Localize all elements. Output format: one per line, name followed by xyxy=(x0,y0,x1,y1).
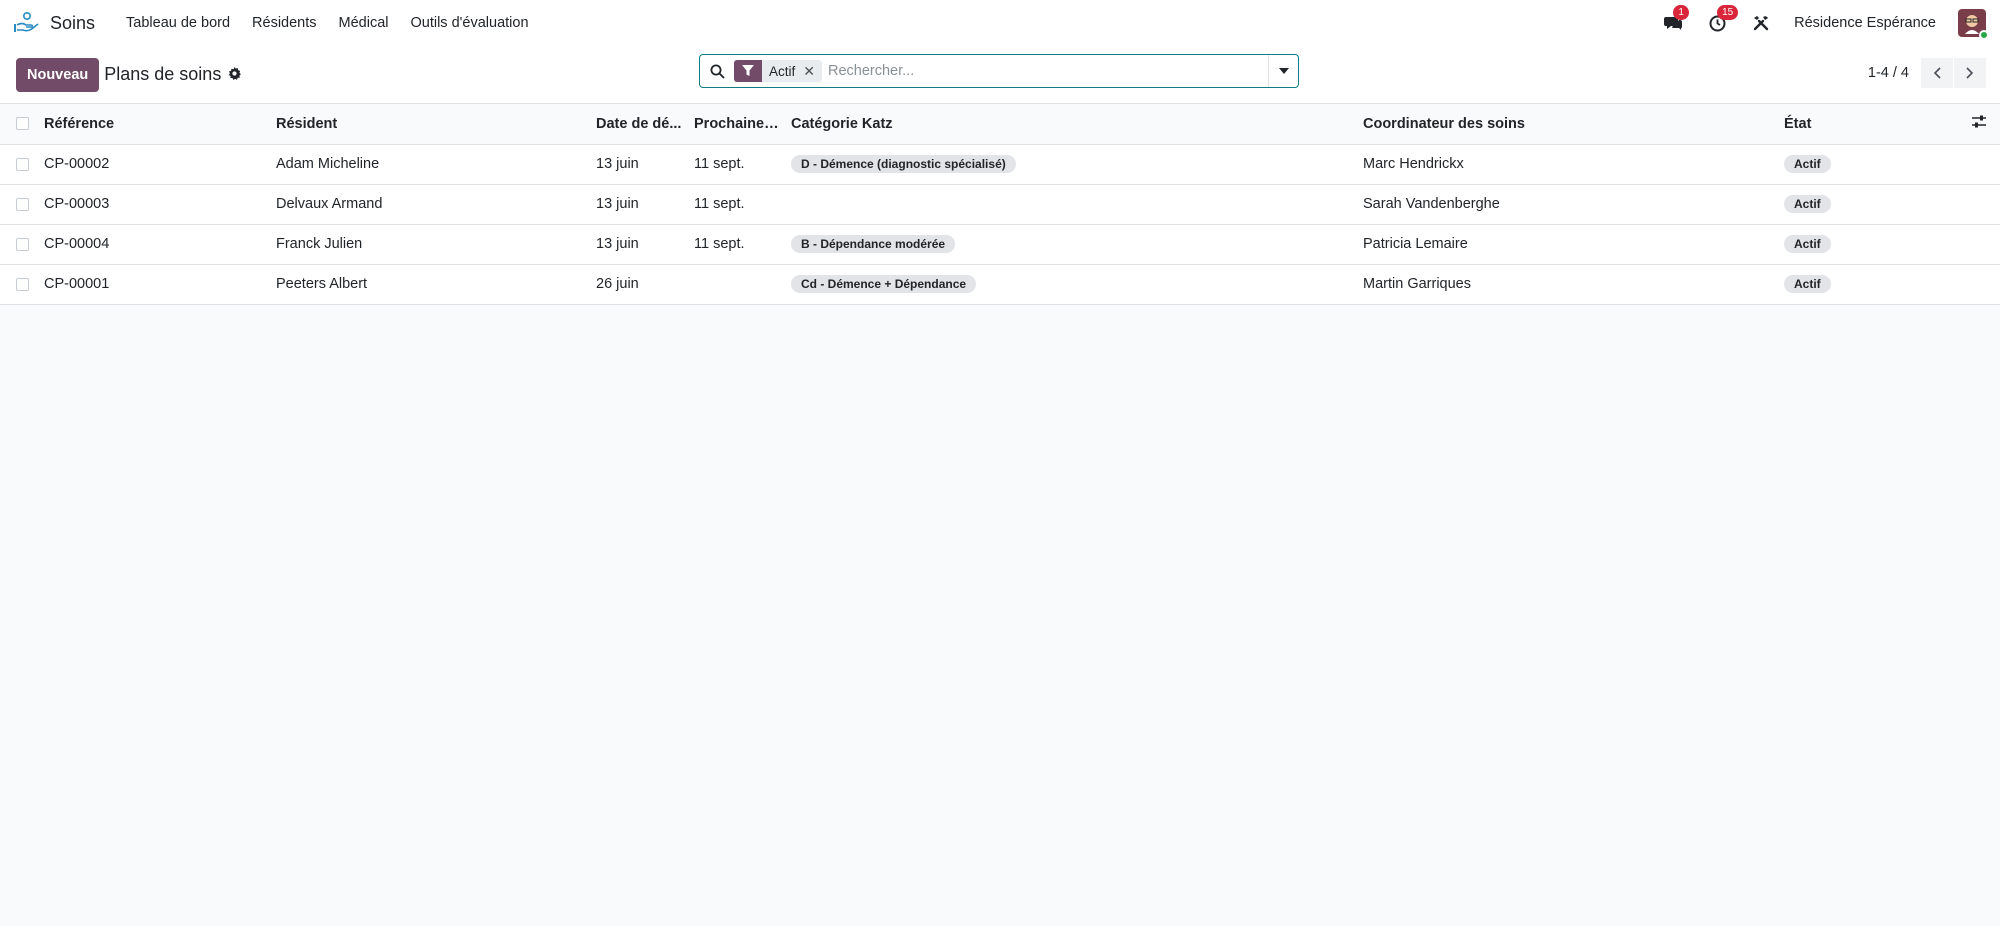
table-row[interactable]: CP-00004 Franck Julien 13 juin 11 sept. … xyxy=(0,224,2000,265)
table-row[interactable]: CP-00003 Delvaux Armand 13 juin 11 sept.… xyxy=(0,184,2000,225)
row-checkbox[interactable] xyxy=(0,264,38,305)
cell-reference: CP-00003 xyxy=(38,184,270,225)
care-plans-table: Référence Résident Date de dé... Prochai… xyxy=(0,104,2000,305)
cell-reference: CP-00001 xyxy=(38,264,270,305)
select-all-checkbox[interactable] xyxy=(0,104,38,145)
cell-resident: Peeters Albert xyxy=(270,264,590,305)
page-title: Plans de soins xyxy=(104,64,222,84)
filter-funnel-icon xyxy=(734,60,762,82)
messages-badge: 1 xyxy=(1673,5,1690,20)
column-header-reference[interactable]: Référence xyxy=(38,104,270,145)
activities-clock-icon[interactable]: 15 xyxy=(1706,5,1739,34)
cell-reference: CP-00002 xyxy=(38,144,270,185)
cell-categorie-katz: D - Démence (diagnostic spécialisé) xyxy=(785,144,1357,185)
cell-coordinateur: Sarah Vandenberghe xyxy=(1357,184,1778,225)
messages-icon[interactable]: 1 xyxy=(1662,5,1690,34)
app-brand[interactable]: Soins xyxy=(14,10,95,36)
search-options-dropdown-icon[interactable] xyxy=(1268,55,1298,87)
row-checkbox[interactable] xyxy=(0,184,38,225)
cell-prochaine-revision: 11 sept. xyxy=(688,224,785,265)
table-row[interactable]: CP-00002 Adam Micheline 13 juin 11 sept.… xyxy=(0,144,2000,185)
cell-etat: Actif xyxy=(1778,264,1960,305)
cell-categorie-katz: B - Dépendance modérée xyxy=(785,224,1357,265)
cell-date-debut: 13 juin xyxy=(590,224,688,265)
facet-label: Actif xyxy=(769,63,796,79)
column-header-date-debut[interactable]: Date de dé... xyxy=(590,104,688,145)
menu-medical[interactable]: Médical xyxy=(328,15,400,31)
column-header-categorie-katz[interactable]: Catégorie Katz xyxy=(785,104,1357,145)
column-header-resident[interactable]: Résident xyxy=(270,104,590,145)
online-status-dot xyxy=(1979,30,1989,40)
cell-resident: Adam Micheline xyxy=(270,144,590,185)
app-name: Soins xyxy=(50,12,96,33)
pager-previous-icon[interactable] xyxy=(1921,58,1953,88)
row-checkbox[interactable] xyxy=(0,224,38,265)
control-panel: Nouveau Plans de soins Actif ✕ 1-4 / 4 xyxy=(0,46,2000,104)
row-checkbox[interactable] xyxy=(0,144,38,185)
status-badge: Actif xyxy=(1784,235,1831,253)
tools-icon[interactable] xyxy=(1750,12,1772,34)
cell-resident: Franck Julien xyxy=(270,224,590,265)
optional-columns-sliders-icon[interactable] xyxy=(1960,104,2000,145)
status-badge: Actif xyxy=(1784,155,1831,173)
care-hand-icon xyxy=(14,10,40,36)
cell-categorie-katz xyxy=(785,184,1357,225)
gear-icon[interactable] xyxy=(228,66,242,83)
cell-coordinateur: Patricia Lemaire xyxy=(1357,224,1778,265)
search-bar: Actif ✕ xyxy=(699,54,1299,88)
cell-categorie-katz: Cd - Démence + Dépendance xyxy=(785,264,1357,305)
katz-tag: Cd - Démence + Dépendance xyxy=(791,275,977,293)
cell-reference: CP-00004 xyxy=(38,224,270,265)
cell-prochaine-revision: 11 sept. xyxy=(688,184,785,225)
status-badge: Actif xyxy=(1784,275,1831,293)
status-badge: Actif xyxy=(1784,195,1831,213)
pager-value[interactable]: 1-4 / 4 xyxy=(1868,65,1909,81)
menu-tableau-de-bord[interactable]: Tableau de bord xyxy=(115,15,241,31)
search-input[interactable] xyxy=(828,56,1268,86)
column-header-etat[interactable]: État xyxy=(1778,104,1960,145)
cell-coordinateur: Marc Hendrickx xyxy=(1357,144,1778,185)
cell-etat: Actif xyxy=(1778,184,1960,225)
katz-tag: B - Dépendance modérée xyxy=(791,235,956,253)
new-button[interactable]: Nouveau xyxy=(16,57,100,92)
cell-coordinateur: Martin Garriques xyxy=(1357,264,1778,305)
cell-prochaine-revision xyxy=(688,264,785,305)
table-row[interactable]: CP-00001 Peeters Albert 26 juin Cd - Dém… xyxy=(0,264,2000,305)
pager: 1-4 / 4 xyxy=(1868,58,1986,88)
facet-remove-icon[interactable]: ✕ xyxy=(803,63,822,80)
menu-outils-evaluation[interactable]: Outils d'évaluation xyxy=(399,15,539,31)
company-switcher[interactable]: Résidence Espérance xyxy=(1794,15,1936,31)
activities-badge: 15 xyxy=(1717,5,1739,20)
pager-next-icon[interactable] xyxy=(1954,58,1986,88)
menu-residents[interactable]: Résidents xyxy=(241,15,327,31)
cell-prochaine-revision: 11 sept. xyxy=(688,144,785,185)
search-icon[interactable] xyxy=(700,64,734,79)
table-header-row: Référence Résident Date de dé... Prochai… xyxy=(0,104,2000,145)
cell-date-debut: 26 juin xyxy=(590,264,688,305)
column-header-coordinateur[interactable]: Coordinateur des soins xyxy=(1357,104,1778,145)
main-navbar: Soins Tableau de bord Résidents Médical … xyxy=(0,0,2000,46)
user-avatar[interactable] xyxy=(1958,9,1989,40)
katz-tag: D - Démence (diagnostic spécialisé) xyxy=(791,155,1016,173)
cell-etat: Actif xyxy=(1778,144,1960,185)
cell-etat: Actif xyxy=(1778,224,1960,265)
cell-resident: Delvaux Armand xyxy=(270,184,590,225)
column-header-prochaine-revision[interactable]: Prochaine r... xyxy=(688,104,785,145)
search-facet-filter: Actif ✕ xyxy=(734,60,822,82)
cell-date-debut: 13 juin xyxy=(590,184,688,225)
cell-date-debut: 13 juin xyxy=(590,144,688,185)
